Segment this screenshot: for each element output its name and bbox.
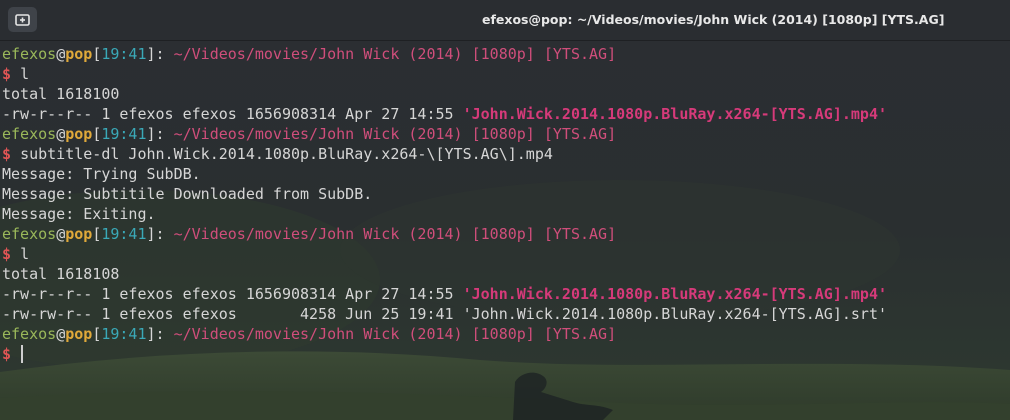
output-line: total 1618100 xyxy=(2,85,120,103)
prompt-dollar: $ xyxy=(2,65,21,83)
command-line: $ l xyxy=(0,244,1010,264)
prompt-cwd: ~/Videos/movies/John Wick (2014) [1080p]… xyxy=(173,45,617,63)
prompt-user: efexos xyxy=(2,325,57,343)
prompt-cwd: ~/Videos/movies/John Wick (2014) [1080p]… xyxy=(173,325,617,343)
output-line: Message: Trying SubDB. xyxy=(2,165,201,183)
new-tab-icon xyxy=(15,14,30,26)
window-title: efexos@pop: ~/Videos/movies/John Wick (2… xyxy=(482,12,945,27)
file-name: 'John.Wick.2014.1080p.BluRay.x264-[YTS.A… xyxy=(462,305,888,323)
output-line: Message: Subtitile Downloaded from SubDB… xyxy=(2,185,373,203)
prompt-time: 19:41 xyxy=(101,45,147,63)
prompt-user: efexos xyxy=(2,125,57,143)
prompt-colon: : xyxy=(155,225,174,243)
title-bar: efexos@pop: ~/Videos/movies/John Wick (2… xyxy=(0,0,1010,41)
file-meta: -rw-r--r-- 1 efexos efexos 1656908314 Ap… xyxy=(2,285,463,303)
listing-line: -rw-rw-r-- 1 efexos efexos 4258 Jun 25 1… xyxy=(0,304,1010,324)
prompt-at: @ xyxy=(56,325,66,343)
prompt-time: 19:41 xyxy=(101,125,147,143)
prompt-user: efexos xyxy=(2,45,57,63)
prompt-colon: : xyxy=(155,45,174,63)
prompt-time: 19:41 xyxy=(101,225,147,243)
command-line: $ subtitle-dl John.Wick.2014.1080p.BluRa… xyxy=(0,144,1010,164)
prompt-bracket-open: [ xyxy=(92,225,102,243)
prompt-bracket-open: [ xyxy=(92,45,102,63)
prompt-at: @ xyxy=(56,45,66,63)
prompt-cwd: ~/Videos/movies/John Wick (2014) [1080p]… xyxy=(173,225,617,243)
prompt-user: efexos xyxy=(2,225,57,243)
prompt-host: pop xyxy=(65,125,93,143)
command-line: $ l xyxy=(0,64,1010,84)
terminal-window: efexos@pop: ~/Videos/movies/John Wick (2… xyxy=(0,0,1010,420)
file-name: 'John.Wick.2014.1080p.BluRay.x264-[YTS.A… xyxy=(462,285,888,303)
prompt-colon: : xyxy=(155,125,174,143)
new-tab-button[interactable] xyxy=(8,7,37,32)
prompt-dollar: $ xyxy=(2,345,21,363)
prompt-bracket-close: ] xyxy=(146,125,156,143)
prompt-line: efexos@pop[19:41]: ~/Videos/movies/John … xyxy=(0,224,1010,244)
command-line-active[interactable]: $ xyxy=(0,344,1010,364)
output-line: Message: Exiting. xyxy=(2,205,156,223)
prompt-cwd: ~/Videos/movies/John Wick (2014) [1080p]… xyxy=(173,125,617,143)
prompt-at: @ xyxy=(56,225,66,243)
prompt-line: efexos@pop[19:41]: ~/Videos/movies/John … xyxy=(0,324,1010,344)
command-text: l xyxy=(20,245,30,263)
prompt-bracket-close: ] xyxy=(146,225,156,243)
terminal-output[interactable]: efexos@pop[19:41]: ~/Videos/movies/John … xyxy=(0,44,1010,364)
prompt-line: efexos@pop[19:41]: ~/Videos/movies/John … xyxy=(0,124,1010,144)
prompt-bracket-open: [ xyxy=(92,125,102,143)
prompt-host: pop xyxy=(65,45,93,63)
prompt-colon: : xyxy=(155,325,174,343)
text-cursor xyxy=(21,345,24,363)
prompt-dollar: $ xyxy=(2,145,21,163)
file-meta: -rw-rw-r-- 1 efexos efexos 4258 Jun 25 1… xyxy=(2,305,463,323)
prompt-bracket-close: ] xyxy=(146,45,156,63)
command-text: l xyxy=(20,65,30,83)
prompt-bracket-open: [ xyxy=(92,325,102,343)
prompt-at: @ xyxy=(56,125,66,143)
prompt-host: pop xyxy=(65,325,93,343)
file-name: 'John.Wick.2014.1080p.BluRay.x264-[YTS.A… xyxy=(462,105,888,123)
prompt-host: pop xyxy=(65,225,93,243)
output-line: total 1618108 xyxy=(2,265,120,283)
listing-line: -rw-r--r-- 1 efexos efexos 1656908314 Ap… xyxy=(0,284,1010,304)
prompt-bracket-close: ] xyxy=(146,325,156,343)
prompt-line: efexos@pop[19:41]: ~/Videos/movies/John … xyxy=(0,44,1010,64)
prompt-time: 19:41 xyxy=(101,325,147,343)
command-text: subtitle-dl John.Wick.2014.1080p.BluRay.… xyxy=(20,145,553,163)
listing-line: -rw-r--r-- 1 efexos efexos 1656908314 Ap… xyxy=(0,104,1010,124)
file-meta: -rw-r--r-- 1 efexos efexos 1656908314 Ap… xyxy=(2,105,463,123)
prompt-dollar: $ xyxy=(2,245,21,263)
